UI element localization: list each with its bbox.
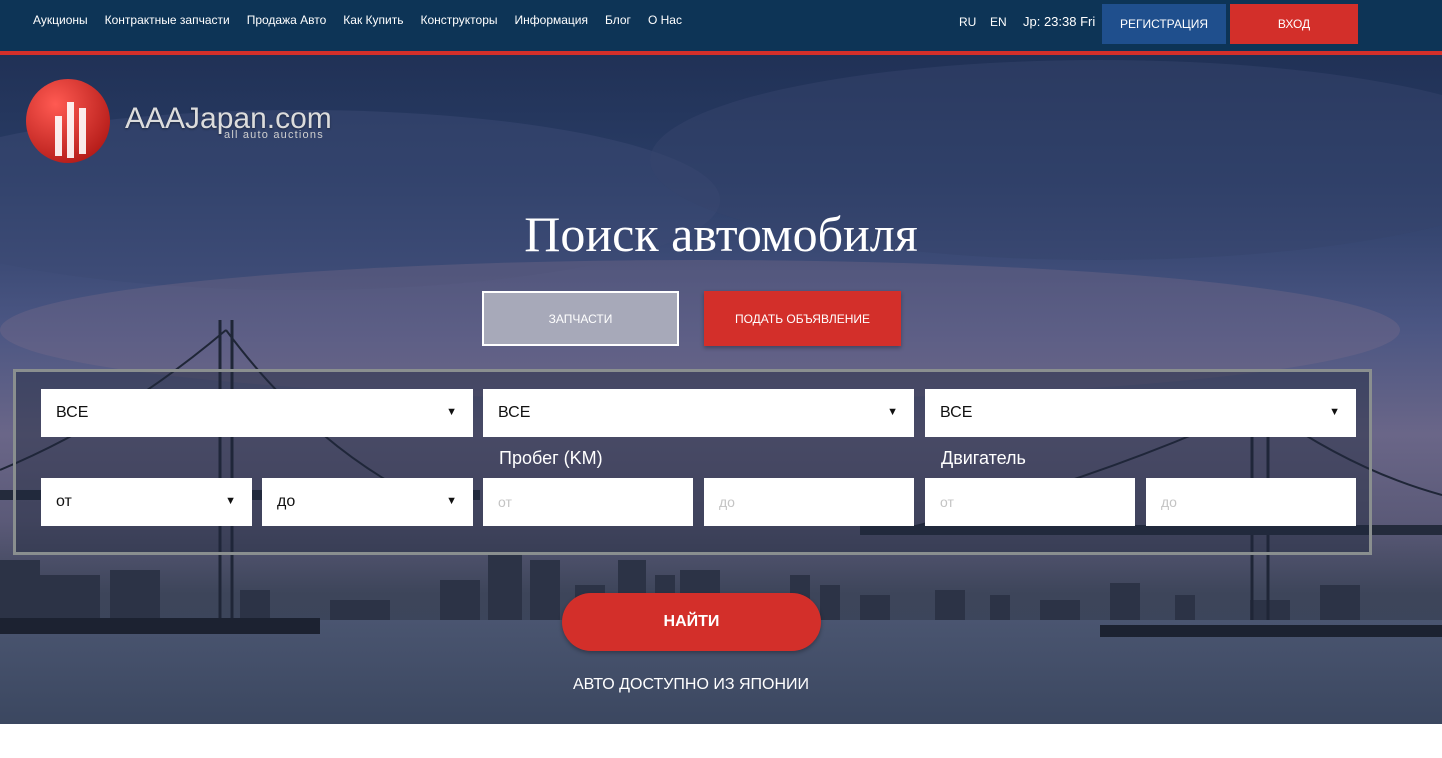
lang-ru-link[interactable]: RU: [959, 15, 976, 29]
maker-select[interactable]: ВСЕ ▼: [41, 389, 473, 437]
year-to-value: до: [277, 493, 296, 510]
nav-item-blog[interactable]: Блог: [605, 13, 631, 27]
search-submit-button[interactable]: НАЙТИ: [562, 593, 821, 651]
year-from-value: от: [56, 493, 72, 510]
main-menu: Аукционы Контрактные запчасти Продажа Ав…: [33, 13, 699, 27]
logo-tagline: all auto auctions: [224, 129, 324, 141]
mileage-from-input[interactable]: [483, 478, 693, 526]
login-button[interactable]: ВХОД: [1230, 4, 1358, 44]
nav-item-car-sales[interactable]: Продажа Авто: [247, 13, 327, 27]
dropdown-arrow-icon: ▼: [1329, 406, 1340, 418]
lang-en-link[interactable]: EN: [990, 15, 1007, 29]
engine-to-input[interactable]: [1146, 478, 1356, 526]
mileage-label: Пробег (KM): [499, 448, 603, 468]
dropdown-arrow-icon: ▼: [446, 495, 457, 507]
parts-button[interactable]: ЗАПЧАСТИ: [482, 291, 679, 346]
logo-emblem-icon: [26, 79, 110, 163]
year-to-select[interactable]: до ▼: [262, 478, 473, 526]
nav-item-information[interactable]: Информация: [515, 13, 588, 27]
post-ad-button[interactable]: ПОДАТЬ ОБЪЯВЛЕНИЕ: [704, 291, 901, 346]
top-navigation-bar: Аукционы Контрактные запчасти Продажа Ав…: [0, 0, 1442, 51]
dropdown-arrow-icon: ▼: [446, 406, 457, 418]
body-select[interactable]: ВСЕ ▼: [925, 389, 1356, 437]
mileage-to-input[interactable]: [704, 478, 914, 526]
register-button[interactable]: РЕГИСТРАЦИЯ: [1102, 4, 1226, 44]
body-select-value: ВСЕ: [940, 404, 973, 421]
page-title: Поиск автомобиля: [524, 206, 918, 262]
nav-item-contract-parts[interactable]: Контрактные запчасти: [105, 13, 230, 27]
japan-clock: Jp: 23:38 Fri: [1023, 14, 1096, 29]
nav-item-constructors[interactable]: Конструкторы: [420, 13, 497, 27]
nav-item-auctions[interactable]: Аукционы: [33, 13, 88, 27]
engine-label: Двигатель: [941, 448, 1026, 468]
site-logo[interactable]: [25, 78, 113, 171]
nav-item-about[interactable]: О Нас: [648, 13, 682, 27]
topbar-accent-line: [0, 51, 1442, 55]
dropdown-arrow-icon: ▼: [887, 406, 898, 418]
availability-note: АВТО ДОСТУПНО ИЗ ЯПОНИИ: [572, 676, 810, 693]
maker-select-value: ВСЕ: [56, 404, 89, 421]
model-select-value: ВСЕ: [498, 404, 531, 421]
nav-item-how-to-buy[interactable]: Как Купить: [343, 13, 403, 27]
model-select[interactable]: ВСЕ ▼: [483, 389, 914, 437]
year-from-select[interactable]: от ▼: [41, 478, 252, 526]
dropdown-arrow-icon: ▼: [225, 495, 236, 507]
engine-from-input[interactable]: [925, 478, 1135, 526]
